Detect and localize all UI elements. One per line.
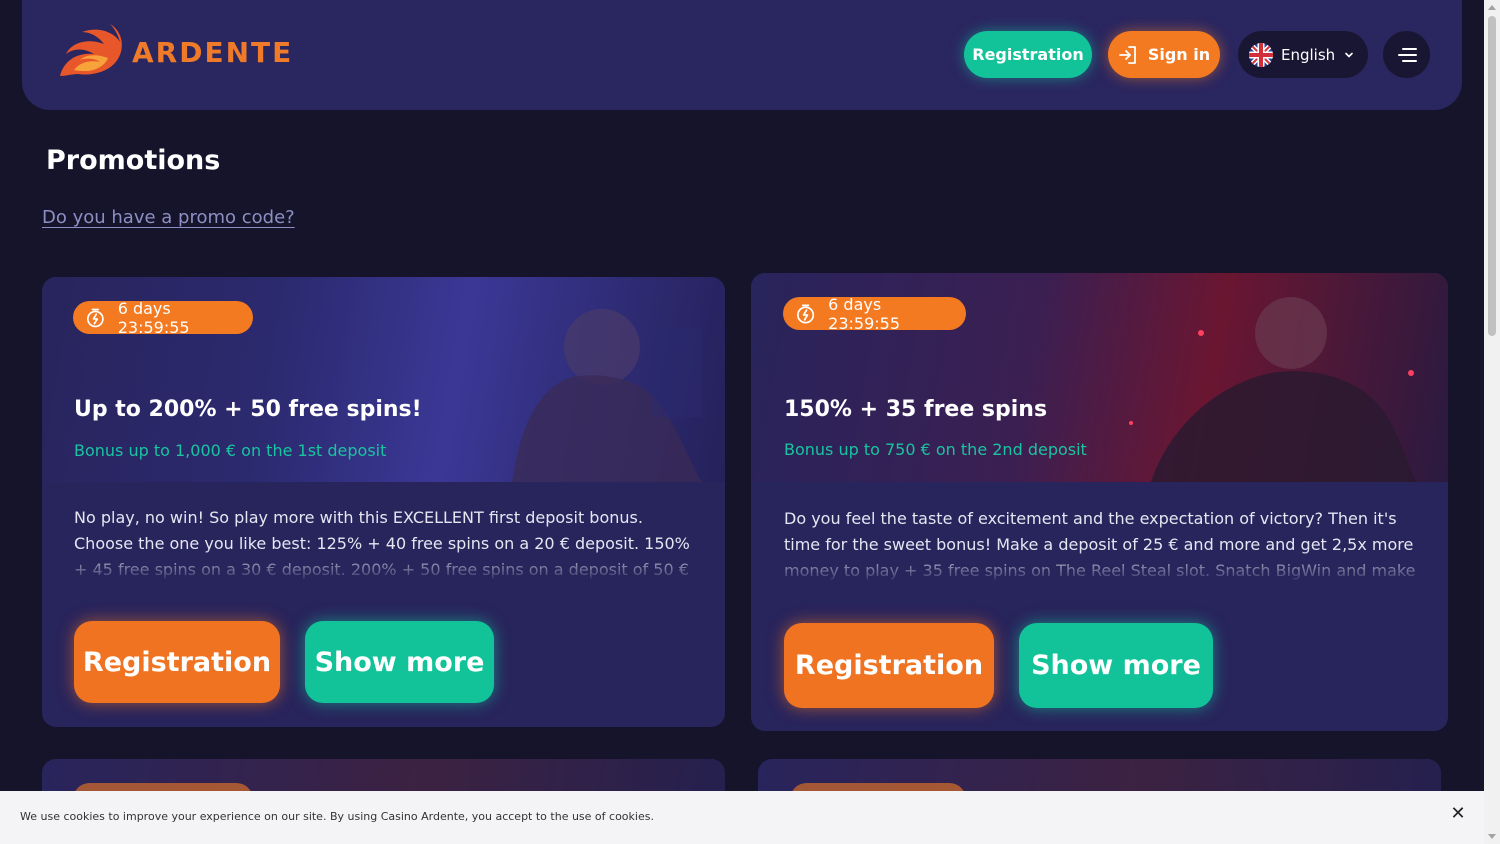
cookie-banner: We use cookies to improve your experienc…: [0, 791, 1484, 844]
scrollbar[interactable]: [1484, 0, 1500, 844]
promotion-description: Do you feel the taste of excitement and …: [784, 509, 1416, 580]
promotion-description: No play, no win! So play more with this …: [74, 508, 690, 579]
stopwatch-icon: [86, 308, 104, 327]
signin-label: Sign in: [1147, 45, 1211, 64]
promotion-registration-button[interactable]: Registration: [74, 621, 280, 703]
header-signin-button[interactable]: Sign in: [1108, 31, 1220, 78]
scroll-up-arrow-icon[interactable]: [1488, 5, 1496, 10]
stopwatch-icon: [797, 303, 815, 324]
site-header: ARDENTE Registration Sign in English: [22, 0, 1462, 110]
scrollbar-thumb[interactable]: [1488, 16, 1496, 336]
language-label: English: [1281, 45, 1336, 64]
promotion-title: 150% + 35 free spins: [784, 397, 1048, 422]
promotion-registration-button[interactable]: Registration: [784, 623, 994, 708]
promotion-timer: 6 days 23:59:55: [783, 294, 966, 333]
hamburger-menu-icon: [1397, 47, 1417, 62]
promotion-timer: 6 days 23:59:55: [73, 298, 253, 337]
promotion-card: 6 days 23:59:55 150% + 35 free spins Bon…: [751, 273, 1448, 731]
uk-flag-icon: [1249, 42, 1273, 67]
promo-code-link[interactable]: Do you have a promo code?: [42, 207, 295, 228]
logo-text: ARDENTE: [132, 35, 294, 69]
promotion-subtitle: Bonus up to 1,000 € on the 1st deposit: [74, 441, 387, 460]
flame-logo-icon: [60, 24, 122, 76]
menu-button[interactable]: [1383, 31, 1430, 78]
chevron-down-icon: [1345, 52, 1353, 58]
promotion-show-more-button[interactable]: Show more: [1019, 623, 1213, 708]
language-selector[interactable]: English: [1238, 31, 1368, 78]
logo[interactable]: ARDENTE: [54, 24, 293, 80]
promotion-title: Up to 200% + 50 free spins!: [74, 397, 422, 422]
promotion-show-more-button[interactable]: Show more: [305, 621, 494, 703]
timer-text: 6 days 23:59:55: [117, 298, 190, 337]
promotion-card: 6 days 23:59:55 Up to 200% + 50 free spi…: [42, 277, 725, 727]
page-title: Promotions: [46, 145, 221, 176]
scroll-down-arrow-icon[interactable]: [1488, 834, 1496, 839]
cookie-text: We use cookies to improve your experienc…: [20, 810, 654, 823]
login-icon: [1118, 45, 1136, 64]
header-registration-button[interactable]: Registration: [964, 31, 1092, 78]
promotion-subtitle: Bonus up to 750 € on the 2nd deposit: [784, 440, 1087, 459]
timer-text: 6 days 23:59:55: [828, 294, 900, 333]
close-icon[interactable]: ✕: [1449, 805, 1467, 823]
